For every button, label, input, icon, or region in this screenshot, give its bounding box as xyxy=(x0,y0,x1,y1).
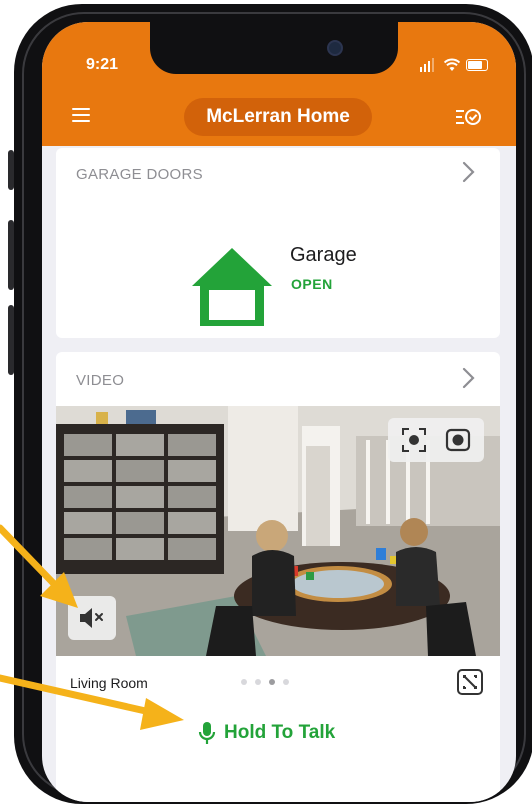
page-dot[interactable] xyxy=(255,679,261,685)
phone-silent-switch xyxy=(8,150,14,190)
mute-button[interactable] xyxy=(68,596,116,640)
video-feed[interactable] xyxy=(56,406,500,656)
camera-name: Living Room xyxy=(70,675,148,691)
signal-bar xyxy=(424,64,426,72)
talk-label: Hold To Talk xyxy=(224,722,336,743)
scenes-icon[interactable] xyxy=(456,108,482,126)
page-dot-active[interactable] xyxy=(269,679,275,685)
video-controls xyxy=(388,418,484,462)
garage-doors-card: GARAGE DOORS Garage OPEN xyxy=(56,148,500,338)
notch xyxy=(150,22,398,74)
chevron-right-icon[interactable] xyxy=(458,160,478,184)
page-dot[interactable] xyxy=(241,679,247,685)
record-icon[interactable] xyxy=(444,426,472,454)
battery-icon xyxy=(466,59,488,71)
device-name: Garage xyxy=(290,244,357,266)
wifi-icon xyxy=(444,58,460,71)
microphone-icon xyxy=(198,722,216,744)
garage-icon[interactable] xyxy=(192,248,272,326)
status-icons xyxy=(420,58,494,72)
phone-volume-down xyxy=(8,305,14,375)
signal-bar xyxy=(432,58,434,72)
hold-to-talk-button[interactable]: Hold To Talk xyxy=(198,718,368,748)
video-card: VIDEO Living Room Hold To Talk xyxy=(56,352,500,802)
snapshot-icon[interactable] xyxy=(400,426,428,454)
expand-icon[interactable] xyxy=(456,668,484,696)
home-selector-button[interactable]: McLerran Home xyxy=(184,98,372,136)
card-title: GARAGE DOORS xyxy=(76,166,203,183)
app-screen: 9:21 McLerran Home GARAGE DOORS Garage O… xyxy=(42,22,516,802)
signal-bar xyxy=(428,61,430,72)
status-badge: OPEN xyxy=(291,276,333,292)
menu-icon[interactable] xyxy=(72,108,90,122)
status-time: 9:21 xyxy=(86,56,119,73)
phone-volume-up xyxy=(8,220,14,290)
card-title: VIDEO xyxy=(76,372,125,389)
front-camera xyxy=(327,40,343,56)
mute-icon xyxy=(80,608,103,628)
chevron-right-icon[interactable] xyxy=(458,366,478,390)
page-dot[interactable] xyxy=(283,679,289,685)
signal-icon xyxy=(420,67,422,72)
